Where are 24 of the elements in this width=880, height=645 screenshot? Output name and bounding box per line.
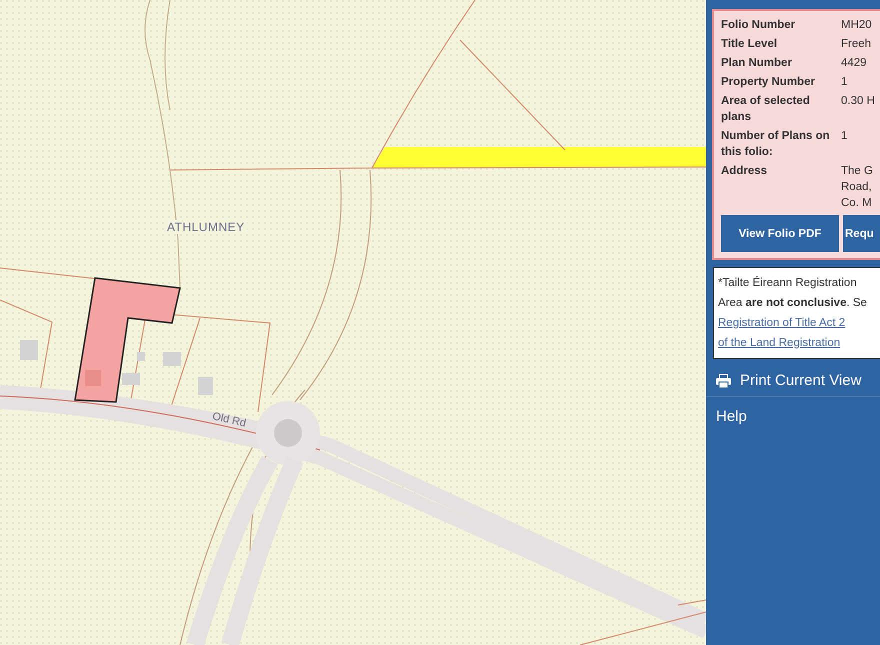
disclaimer-link[interactable]: Registration of Title Act 2 bbox=[718, 317, 846, 329]
field-value: 0.30 H bbox=[841, 94, 876, 109]
printer-icon bbox=[716, 374, 731, 388]
field-label: Address bbox=[721, 164, 768, 179]
folio-button[interactable]: View Folio PDF bbox=[721, 215, 839, 252]
field-value: 1 bbox=[841, 129, 848, 144]
field-label: Title Level bbox=[721, 37, 778, 52]
field-label: Property Number bbox=[721, 75, 816, 90]
field-value: MH20 bbox=[841, 18, 873, 33]
folio-button[interactable]: Requ bbox=[843, 215, 880, 252]
field-value: 4429 bbox=[841, 56, 868, 71]
disclaimer-text: *Tailte Éireann Registration Area are not conclusive. Se Registration of Title Act 2 of the Land Registration bbox=[713, 267, 880, 359]
road-label: Old Rd bbox=[211, 410, 248, 430]
field-value: Freeh bbox=[841, 37, 872, 52]
place-label: ATHLUMNEY bbox=[165, 220, 247, 234]
menu-item[interactable]: Print Current View bbox=[706, 365, 880, 397]
field-label: Folio Number bbox=[721, 18, 796, 33]
disclaimer-link[interactable]: of the Land Registration bbox=[718, 337, 840, 349]
menu-item[interactable]: Help bbox=[706, 400, 880, 432]
field-label: Area of selected plans bbox=[721, 94, 811, 125]
field-value: The G Road, Co. M bbox=[841, 164, 874, 211]
field-value: 1 bbox=[841, 75, 848, 90]
field-label: Number of Plans on this folio: bbox=[721, 129, 831, 160]
field-label: Plan Number bbox=[721, 56, 793, 71]
